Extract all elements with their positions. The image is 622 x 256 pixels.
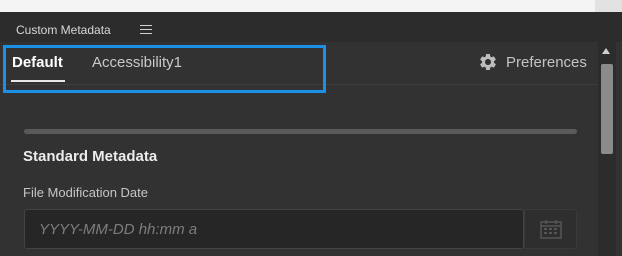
preferences-label: Preferences [506, 53, 587, 71]
gear-icon [480, 53, 496, 70]
file-modification-date-input[interactable] [24, 209, 524, 249]
file-modification-date-label: File Modification Date [23, 185, 148, 200]
scrollbar-thumb[interactable] [601, 64, 613, 154]
window-top-strip [0, 0, 622, 12]
scrollbar[interactable] [598, 42, 616, 256]
calendar-button[interactable] [524, 209, 577, 249]
section-divider [24, 129, 577, 134]
panel-title: Custom Metadata [16, 23, 111, 37]
preferences-button[interactable]: Preferences [478, 52, 587, 72]
calendar-icon [539, 220, 562, 239]
hamburger-menu-icon[interactable] [140, 22, 152, 34]
custom-metadata-panel: Custom Metadata Default Accessibility1 P… [0, 12, 622, 256]
section-title: Standard Metadata [23, 148, 158, 165]
window-top-notch [595, 0, 622, 12]
panel-header: Custom Metadata [0, 12, 622, 42]
tab-highlight-box [3, 45, 326, 93]
scroll-up-arrow-icon[interactable] [602, 48, 610, 54]
